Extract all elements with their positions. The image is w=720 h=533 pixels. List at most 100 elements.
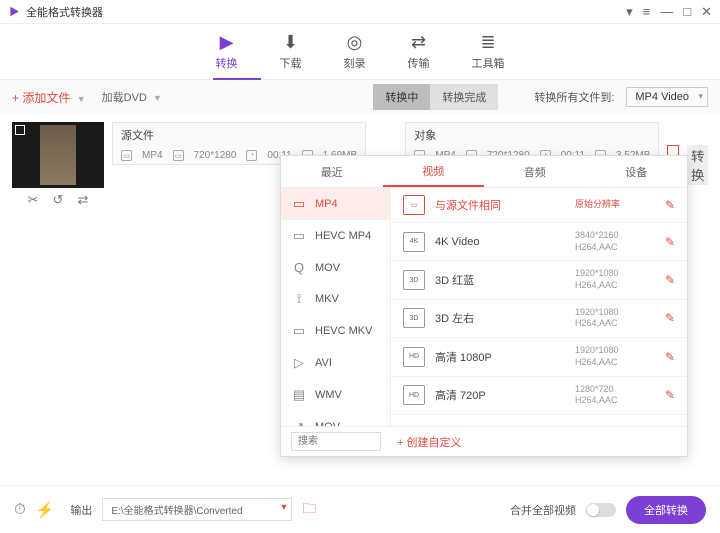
preset-name: 4K Video [435, 236, 565, 248]
format-item-mov[interactable]: ↗MOV [281, 411, 390, 426]
edit-icon[interactable]: ✎ [665, 273, 675, 287]
preset-detail: 1920*1080H264,AAC [575, 268, 655, 291]
load-dvd-button[interactable]: 加载DVD ▼ [102, 89, 162, 105]
maximize-icon[interactable]: □ [683, 4, 691, 19]
dd-tab-recent[interactable]: 最近 [281, 156, 383, 187]
preset-icon: ▭ [403, 195, 425, 215]
edit-icon[interactable]: ✎ [665, 388, 675, 402]
preset-name: 3D 红蓝 [435, 272, 565, 288]
preset-detail: 3840*2160H264,AAC [575, 230, 655, 253]
preset-detail: 1920*1080H264,AAC [575, 345, 655, 368]
format-item-avi[interactable]: ▷AVI [281, 347, 390, 379]
format-type-icon: ▭ [291, 323, 307, 339]
format-item-hevc-mp4[interactable]: ▭HEVC MP4 [281, 220, 390, 252]
convert-button[interactable]: 转换 [687, 145, 708, 185]
toolbar: + 添加文件 ▼ 加载DVD ▼ 转换中 转换完成 转换所有文件到: MP4 V… [0, 80, 720, 114]
minimize-icon[interactable]: — [660, 4, 673, 19]
preset-item[interactable]: 3D 3D 红蓝 1920*1080H264,AAC ✎ [391, 261, 687, 299]
output-label: 输出 [70, 502, 92, 518]
tab-toolbox[interactable]: ≣工具箱 [472, 32, 505, 71]
format-item-mov[interactable]: QMOV [281, 252, 390, 283]
clip-tools: ✂ ↺ ⇄ [12, 192, 104, 208]
status-segment: 转换中 转换完成 [373, 84, 498, 110]
format-type-icon: ▭ [291, 196, 307, 212]
output-path-select[interactable]: E:\全能格式转换器\Converted [102, 498, 292, 521]
add-file-button[interactable]: + 添加文件 ▼ [12, 89, 86, 106]
convert-icon: ▶ [220, 32, 234, 53]
format-type-icon: ⟟ [291, 291, 307, 307]
format-item-mkv[interactable]: ⟟MKV [281, 283, 390, 315]
burn-icon: ◎ [347, 32, 363, 53]
preset-icon: HD [403, 385, 425, 405]
thumb-col: ✂ ↺ ⇄ [12, 122, 104, 208]
timer-icon[interactable]: ⏱ [14, 501, 26, 518]
dd-tab-device[interactable]: 设备 [586, 156, 688, 187]
main-tabs: ▶转换 ⬇下载 ◎刻录 ⇄传输 ≣工具箱 [0, 24, 720, 80]
rotate-icon[interactable]: ↺ [53, 192, 64, 208]
toolbox-icon: ≣ [480, 32, 495, 53]
preset-name: 高清 720P [435, 387, 565, 403]
bolt-icon[interactable]: ⚡ [36, 501, 55, 519]
add-custom-button[interactable]: + 创建自定义 [397, 434, 461, 450]
format-item-wmv[interactable]: ▤WMV [281, 379, 390, 411]
video-thumbnail[interactable] [12, 122, 104, 188]
format-type-icon: ▭ [291, 228, 307, 244]
preset-item[interactable]: 4K 4K Video 3840*2160H264,AAC ✎ [391, 223, 687, 261]
preset-name: 3D 左右 [435, 310, 565, 326]
footer: ⏱ ⚡ 输出 E:\全能格式转换器\Converted 🗀 合并全部视频 全部转… [0, 485, 720, 533]
select-checkbox[interactable] [15, 125, 25, 135]
app-title: 全能格式转换器 [26, 4, 103, 20]
preset-detail: 原始分辨率 [575, 199, 655, 211]
preset-item[interactable]: 3D 3D 左右 1920*1080H264,AAC ✎ [391, 300, 687, 338]
preset-detail: 1920*1080H264,AAC [575, 307, 655, 330]
titlebar: 全能格式转换器 ▾ ≡ — □ ✕ [0, 0, 720, 24]
preset-icon: 3D [403, 308, 425, 328]
edit-icon[interactable]: ✎ [665, 311, 675, 325]
dd-tab-video[interactable]: 视频 [383, 156, 485, 187]
format-icon: ▭ [121, 150, 132, 161]
preset-icon: 4K [403, 232, 425, 252]
open-folder-icon[interactable]: 🗀 [302, 498, 316, 522]
preset-detail: 1280*720H264,AAC [575, 384, 655, 407]
tab-transfer[interactable]: ⇄传输 [408, 32, 430, 71]
menu-icon[interactable]: ≡ [643, 4, 651, 19]
transfer-icon: ⇄ [411, 32, 426, 53]
download-icon: ⬇ [283, 32, 298, 53]
preset-icon: 3D [403, 270, 425, 290]
seg-completed[interactable]: 转换完成 [430, 84, 498, 110]
tab-burn[interactable]: ◎刻录 [344, 32, 366, 71]
adjust-icon[interactable]: ⇄ [77, 192, 88, 208]
convert-all-button[interactable]: 全部转换 [626, 496, 706, 524]
format-type-icon: ↗ [291, 419, 307, 426]
target-all-label: 转换所有文件到: [534, 89, 614, 105]
app-logo-icon [8, 6, 20, 18]
res-icon: ▭ [173, 150, 184, 161]
format-type-icon: ▤ [291, 387, 307, 403]
format-dropdown: 最近 视频 音频 设备 ▭MP4▭HEVC MP4QMOV⟟MKV▭HEVC M… [280, 155, 688, 457]
cut-icon[interactable]: ✂ [28, 192, 39, 208]
seg-converting[interactable]: 转换中 [373, 84, 430, 110]
format-item-mp4[interactable]: ▭MP4 [281, 188, 390, 220]
format-list: ▭MP4▭HEVC MP4QMOV⟟MKV▭HEVC MKV▷AVI▤WMV↗M… [281, 188, 391, 426]
format-type-icon: ▷ [291, 355, 307, 371]
preset-icon: HD [403, 347, 425, 367]
tab-download[interactable]: ⬇下载 [280, 32, 302, 71]
preset-item[interactable]: HD 高清 720P 1280*720H264,AAC ✎ [391, 377, 687, 415]
edit-icon[interactable]: ✎ [665, 198, 675, 212]
source-title: 源文件 [113, 123, 365, 147]
merge-toggle[interactable] [586, 503, 616, 517]
tab-convert[interactable]: ▶转换 [216, 32, 238, 71]
edit-icon[interactable]: ✎ [665, 235, 675, 249]
edit-icon[interactable]: ✎ [665, 350, 675, 364]
tab-indicator [213, 78, 261, 80]
format-item-hevc-mkv[interactable]: ▭HEVC MKV [281, 315, 390, 347]
target-format-select[interactable]: MP4 Video [626, 87, 708, 107]
format-type-icon: Q [291, 260, 307, 275]
merge-label: 合并全部视频 [510, 502, 576, 518]
close-icon[interactable]: ✕ [701, 4, 712, 20]
user-icon[interactable]: ▾ [626, 4, 633, 20]
preset-item[interactable]: ▭与源文件相同原始分辨率✎ [391, 188, 687, 223]
dd-tab-audio[interactable]: 音频 [484, 156, 586, 187]
search-input[interactable] [291, 432, 381, 451]
preset-item[interactable]: HD高清 1080P1920*1080H264,AAC✎ [391, 338, 687, 376]
